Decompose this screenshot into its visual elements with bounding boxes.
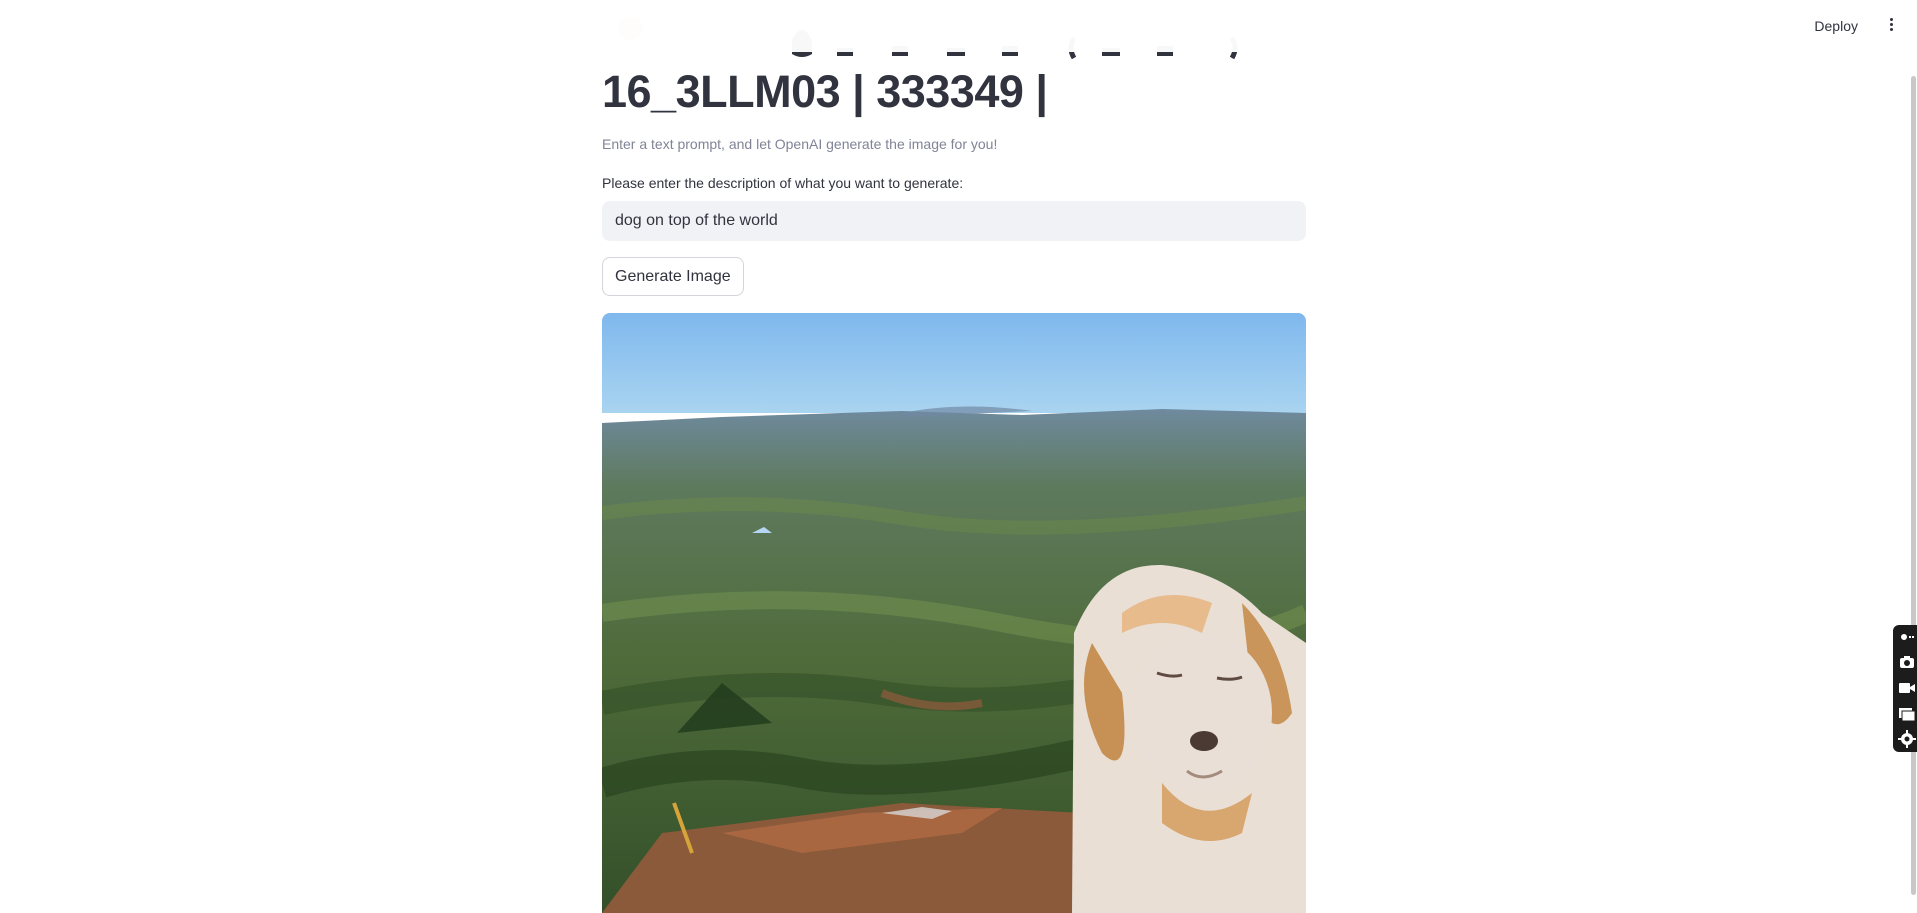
page-title: 16_3LLM03 | 333349 | [602, 66, 1048, 117]
app-header: Deploy [0, 0, 1917, 52]
prompt-label: Please enter the description of what you… [602, 175, 964, 191]
prompt-input[interactable] [602, 201, 1306, 241]
recording-toolbar [1893, 625, 1917, 752]
windows-icon[interactable] [1897, 704, 1917, 724]
pin-icon[interactable] [1897, 629, 1917, 649]
generate-image-button[interactable]: Generate Image [602, 257, 744, 296]
deploy-button[interactable]: Deploy [1810, 16, 1862, 36]
page-scrollbar[interactable] [1911, 76, 1916, 895]
page-subtitle: Enter a text prompt, and let OpenAI gene… [602, 136, 998, 152]
kebab-menu-icon[interactable] [1887, 18, 1895, 36]
generated-image [602, 313, 1306, 913]
video-icon[interactable] [1897, 678, 1917, 698]
camera-icon[interactable] [1897, 652, 1917, 672]
gear-icon[interactable] [1897, 729, 1917, 749]
